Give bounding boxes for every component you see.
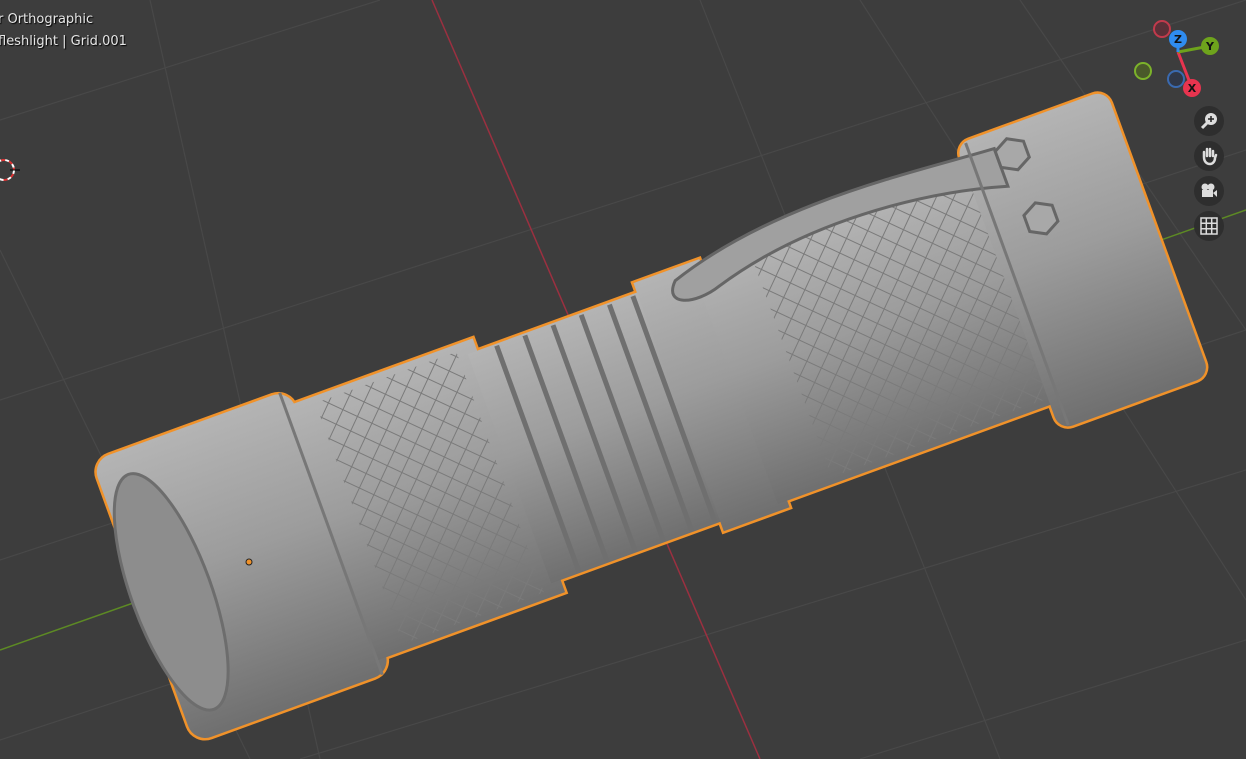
grid-icon [1200, 217, 1218, 235]
view-name-label: r Orthographic [0, 12, 94, 27]
gizmo-z-axis[interactable]: Z [1169, 30, 1187, 48]
ortho-toggle-button[interactable] [1194, 211, 1224, 241]
flashlight-mesh[interactable] [82, 90, 1210, 748]
hand-icon [1202, 147, 1218, 166]
3d-viewport[interactable] [0, 0, 1246, 759]
zoom-button[interactable] [1194, 106, 1224, 136]
camera-view-button[interactable] [1194, 176, 1224, 206]
object-info-label: fleshlight | Grid.001 [0, 34, 127, 49]
gizmo-y-axis[interactable]: Y [1201, 37, 1219, 55]
camera-icon [1201, 183, 1217, 197]
object-origin [245, 558, 253, 566]
zoom-in-icon [1200, 113, 1217, 130]
navigation-gizmo[interactable]: Z Y X [1130, 15, 1230, 105]
3d-cursor[interactable] [0, 159, 20, 181]
pan-button[interactable] [1194, 141, 1224, 171]
gizmo-x-axis[interactable]: X [1183, 79, 1201, 97]
